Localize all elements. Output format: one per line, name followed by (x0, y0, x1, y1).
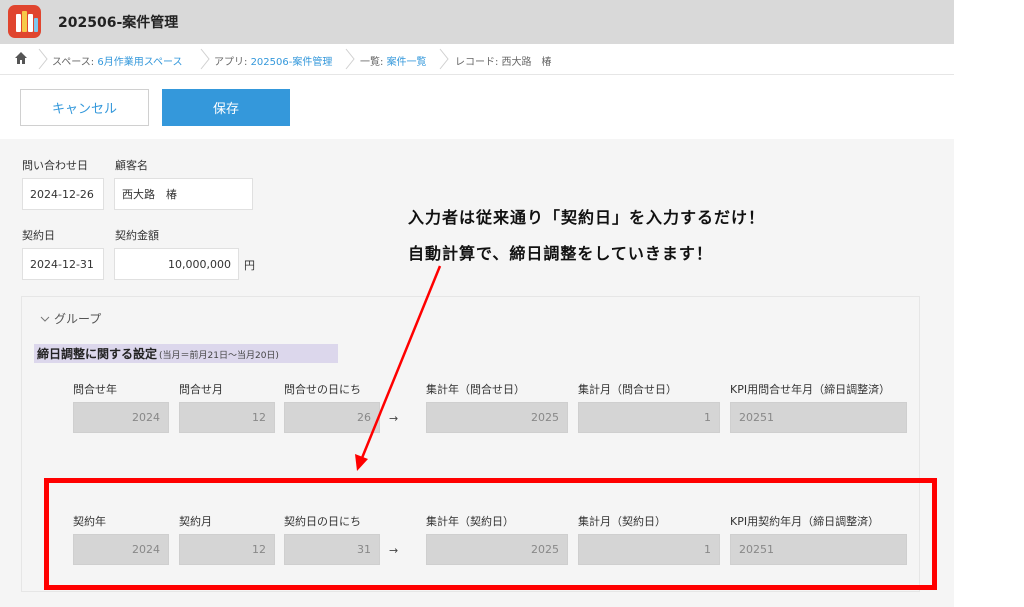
inquiry-agg-year-field: 2025 (426, 402, 568, 433)
cancel-button[interactable]: キャンセル (20, 89, 149, 126)
home-icon[interactable] (14, 51, 28, 65)
breadcrumb-list[interactable]: 一覧: 案件一覧 (360, 53, 427, 68)
breadcrumb-separator-icon (200, 48, 210, 70)
breadcrumb-separator-icon (38, 48, 48, 70)
inquiry-agg-month-field: 1 (578, 402, 720, 433)
contract-amount-field[interactable]: 10,000,000 (114, 248, 239, 280)
inquiry-date-field[interactable]: 2024-12-26 (22, 178, 104, 210)
inquiry-date-label: 問い合わせ日 (22, 159, 88, 172)
contract-date-label: 契約日 (22, 229, 55, 242)
inquiry-kpi-field: 20251 (730, 402, 907, 433)
breadcrumb-separator-icon (439, 48, 449, 70)
customer-name-field[interactable]: 西大路 椿 (114, 178, 253, 210)
save-button[interactable]: 保存 (162, 89, 290, 126)
breadcrumb-record: レコード: 西大路 椿 (455, 57, 552, 68)
amount-unit: 円 (244, 259, 255, 272)
breadcrumb: スペース: 6月作業用スペース アプリ: 202506-案件管理 一覧: 案件一… (0, 44, 954, 75)
customer-name-label: 顧客名 (115, 159, 148, 172)
group-label[interactable]: グループ (54, 310, 101, 327)
breadcrumb-separator-icon (345, 48, 355, 70)
inquiry-day-label: 問合せの日にち (284, 383, 361, 396)
inquiry-kpi-label: KPI用問合せ年月（締日調整済） (730, 383, 891, 396)
inquiry-year-label: 問合せ年 (73, 383, 117, 396)
app-books-icon[interactable] (8, 5, 41, 38)
highlight-box (44, 478, 937, 590)
arrow-right-icon: → (389, 412, 399, 425)
annotation-line-1: 入力者は従来通り「契約日」を入力するだけ！ (408, 208, 766, 227)
breadcrumb-app[interactable]: アプリ: 202506-案件管理 (214, 53, 332, 68)
chevron-down-icon[interactable] (40, 316, 50, 322)
contract-amount-label: 契約金額 (115, 229, 159, 242)
inquiry-month-label: 問合せ月 (179, 383, 223, 396)
inquiry-day-field: 26 (284, 402, 380, 433)
inquiry-agg-month-label: 集計月（問合せ日） (578, 383, 677, 396)
section-title: 締日調整に関する設定 (当月＝前月21日〜当月20日) (34, 344, 338, 363)
breadcrumb-space[interactable]: スペース: 6月作業用スペース (52, 53, 183, 68)
inquiry-year-field: 2024 (73, 402, 169, 433)
annotation-line-2: 自動計算で、締日調整をしていきます！ (408, 244, 713, 263)
inquiry-agg-year-label: 集計年（問合せ日） (426, 383, 525, 396)
inquiry-month-field: 12 (179, 402, 275, 433)
app-title: 202506-案件管理 (58, 15, 179, 31)
contract-date-field[interactable]: 2024-12-31 (22, 248, 104, 280)
